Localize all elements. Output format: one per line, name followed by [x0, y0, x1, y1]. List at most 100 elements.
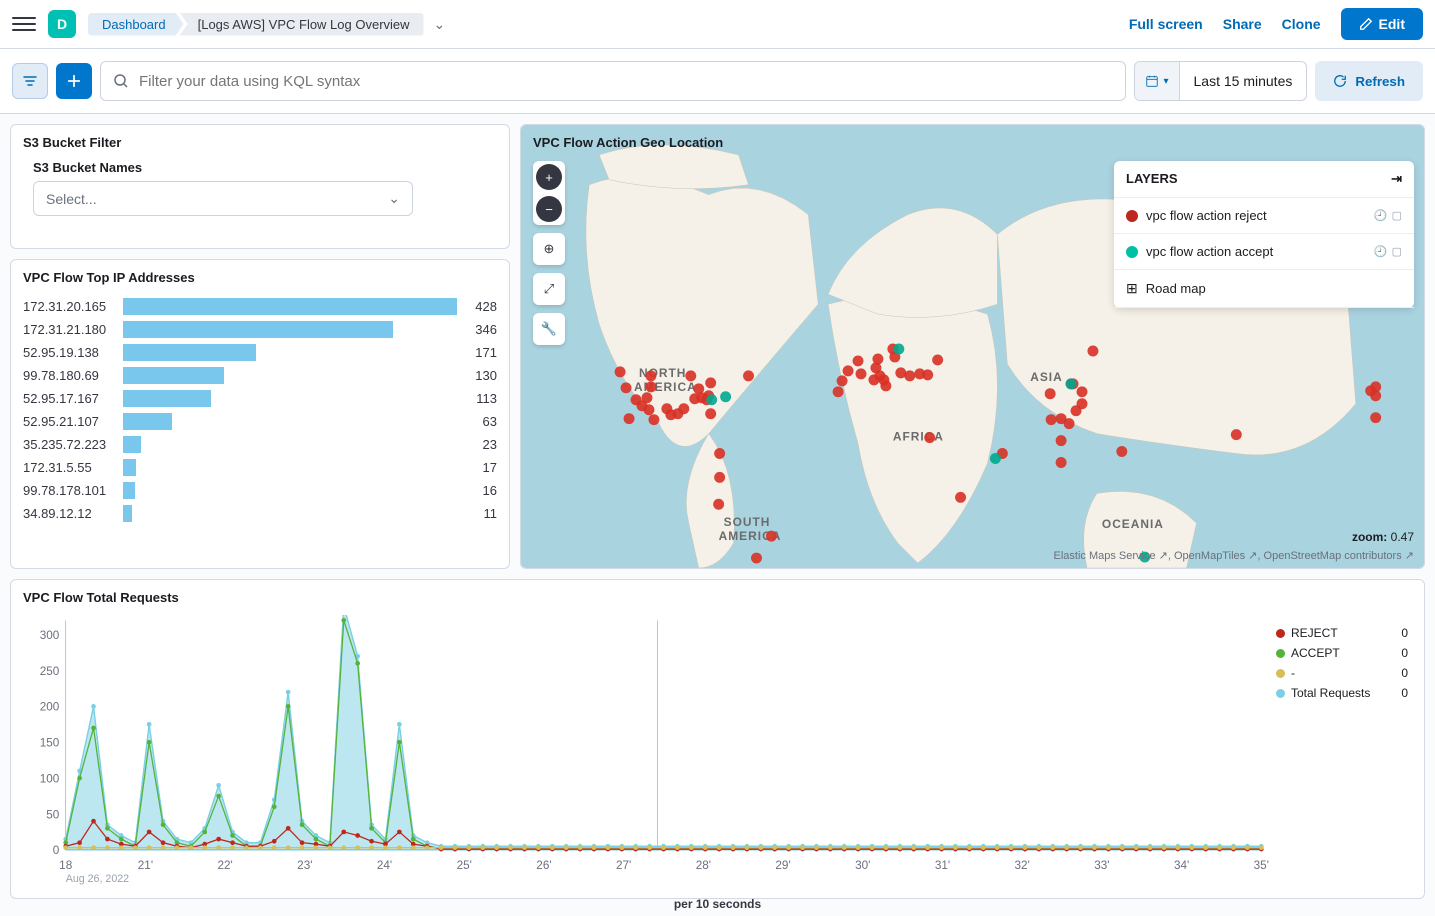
svg-text:300: 300	[40, 629, 60, 642]
panel-title: VPC Flow Top IP Addresses	[23, 270, 497, 285]
svg-text:18: 18	[59, 859, 73, 872]
header-actions: Full screen Share Clone Edit	[1129, 8, 1423, 40]
zoom-in-button[interactable]: +	[536, 164, 562, 190]
fullscreen-button[interactable]: Full screen	[1129, 16, 1203, 32]
time-range-picker[interactable]: ▾ Last 15 minutes	[1134, 61, 1307, 101]
chevron-down-icon: ⌄	[388, 190, 400, 207]
collapse-icon[interactable]: ⇥	[1391, 171, 1402, 187]
svg-text:150: 150	[40, 737, 60, 750]
legend-label: Total Requests	[1291, 686, 1370, 700]
filter-toggle-button[interactable]	[12, 63, 48, 99]
legend-label: -	[1291, 666, 1295, 680]
ip-row[interactable]: 99.78.178.101 16	[23, 479, 497, 502]
ip-row[interactable]: 35.235.72.223 23	[23, 433, 497, 456]
geo-map-panel: VPC Flow Action Geo Location NORTHAMERIC…	[520, 124, 1425, 569]
svg-text:Aug 26, 2022: Aug 26, 2022	[66, 873, 129, 885]
ip-address: 172.31.20.165	[23, 299, 123, 314]
fit-bounds-button[interactable]: ⤢	[533, 273, 565, 305]
ip-row[interactable]: 34.89.12.12 11	[23, 502, 497, 525]
ip-bar	[123, 505, 457, 522]
locate-button[interactable]: ⊕	[533, 233, 565, 265]
ip-count: 346	[457, 322, 497, 337]
svg-text:23': 23'	[297, 859, 312, 872]
select-placeholder: Select...	[46, 191, 97, 207]
clone-button[interactable]: Clone	[1282, 16, 1321, 32]
panel-title: VPC Flow Total Requests	[23, 590, 1412, 605]
omt-link[interactable]: OpenMapTiles ↗	[1174, 550, 1257, 562]
refresh-button[interactable]: Refresh	[1315, 61, 1423, 101]
legend-item[interactable]: REJECT0	[1276, 623, 1408, 643]
osm-link[interactable]: OpenStreetMap contributors ↗	[1264, 550, 1414, 562]
layer-accept[interactable]: vpc flow action accept 🕘▢	[1114, 234, 1414, 270]
filter-bar: ▾ Last 15 minutes Refresh	[0, 49, 1435, 114]
ip-row[interactable]: 52.95.19.138 171	[23, 341, 497, 364]
chart-legend: REJECT0ACCEPT0-0Total Requests0	[1272, 615, 1412, 893]
ip-row[interactable]: 52.95.21.107 63	[23, 410, 497, 433]
svg-text:250: 250	[40, 665, 60, 678]
refresh-icon	[1333, 74, 1347, 88]
map-controls: + − ⊕ ⤢ 🔧	[533, 161, 565, 345]
plus-icon	[67, 74, 81, 88]
svg-text:24': 24'	[377, 859, 392, 872]
ip-bar	[123, 367, 457, 384]
svg-text:25': 25'	[457, 859, 472, 872]
edit-label: Edit	[1379, 16, 1405, 32]
layers-panel: LAYERS ⇥ vpc flow action reject 🕘▢ vpc f…	[1114, 161, 1414, 308]
legend-item[interactable]: ACCEPT0	[1276, 643, 1408, 663]
layers-title: LAYERS	[1126, 171, 1178, 187]
ip-address: 99.78.180.69	[23, 368, 123, 383]
svg-text:26': 26'	[536, 859, 551, 872]
legend-item[interactable]: Total Requests 0	[1276, 683, 1408, 703]
ip-row[interactable]: 172.31.21.180 346	[23, 318, 497, 341]
ip-row[interactable]: 99.78.180.69 130	[23, 364, 497, 387]
app-icon[interactable]: D	[48, 10, 76, 38]
layer-reject[interactable]: vpc flow action reject 🕘▢	[1114, 198, 1414, 234]
svg-text:32': 32'	[1015, 859, 1030, 872]
nav-toggle-button[interactable]	[12, 12, 36, 36]
ip-row[interactable]: 172.31.20.165 428	[23, 295, 497, 318]
share-button[interactable]: Share	[1223, 16, 1262, 32]
svg-text:200: 200	[40, 701, 60, 714]
legend-value: 0	[1401, 686, 1408, 700]
svg-text:21': 21'	[138, 859, 153, 872]
requests-chart[interactable]: 0501001502002503001821'22'23'24'25'26'27…	[23, 615, 1272, 893]
svg-text:AFRICA: AFRICA	[893, 430, 944, 444]
zoom-out-button[interactable]: −	[536, 196, 562, 222]
ip-bar	[123, 459, 457, 476]
ip-address: 172.31.21.180	[23, 322, 123, 337]
panel-title: S3 Bucket Filter	[23, 135, 497, 150]
legend-value: 0	[1401, 626, 1408, 640]
ip-row[interactable]: 52.95.17.167 113	[23, 387, 497, 410]
ip-bar	[123, 321, 457, 338]
ip-row[interactable]: 172.31.5.55 17	[23, 456, 497, 479]
top-ip-panel: VPC Flow Top IP Addresses 172.31.20.165 …	[10, 259, 510, 569]
legend-item[interactable]: -0	[1276, 663, 1408, 683]
panel-title: VPC Flow Action Geo Location	[533, 135, 723, 150]
time-range-text: Last 15 minutes	[1180, 73, 1307, 89]
breadcrumb-dashboard[interactable]: Dashboard	[88, 13, 184, 36]
ems-link[interactable]: Elastic Maps Service ↗	[1054, 550, 1168, 562]
tools-button[interactable]: 🔧	[533, 313, 565, 345]
s3-bucket-label: S3 Bucket Names	[33, 160, 497, 175]
svg-text:0: 0	[53, 844, 60, 857]
total-requests-panel: VPC Flow Total Requests 0501001502002503…	[10, 579, 1425, 899]
clock-icon: 🕘	[1374, 209, 1388, 222]
map-attribution: Elastic Maps Service ↗, OpenMapTiles ↗, …	[1054, 549, 1415, 562]
svg-text:30': 30'	[855, 859, 870, 872]
ip-address: 34.89.12.12	[23, 506, 123, 521]
ip-address: 99.78.178.101	[23, 483, 123, 498]
layers-header: LAYERS ⇥	[1114, 161, 1414, 198]
edit-button[interactable]: Edit	[1341, 8, 1423, 40]
calendar-icon[interactable]: ▾	[1135, 62, 1179, 100]
s3-bucket-select[interactable]: Select... ⌄	[33, 181, 413, 216]
ip-address: 52.95.19.138	[23, 345, 123, 360]
query-input-wrapper[interactable]	[100, 61, 1126, 101]
breadcrumb-current[interactable]: [Logs AWS] VPC Flow Log Overview	[180, 13, 424, 36]
chevron-down-icon[interactable]: ⌄	[434, 16, 446, 33]
query-input[interactable]	[139, 73, 1113, 90]
layer-basemap[interactable]: ⊞ Road map	[1114, 270, 1414, 308]
ip-address: 172.31.5.55	[23, 460, 123, 475]
add-filter-button[interactable]	[56, 63, 92, 99]
chart-x-label: per 10 seconds	[23, 893, 1412, 911]
ip-address: 35.235.72.223	[23, 437, 123, 452]
